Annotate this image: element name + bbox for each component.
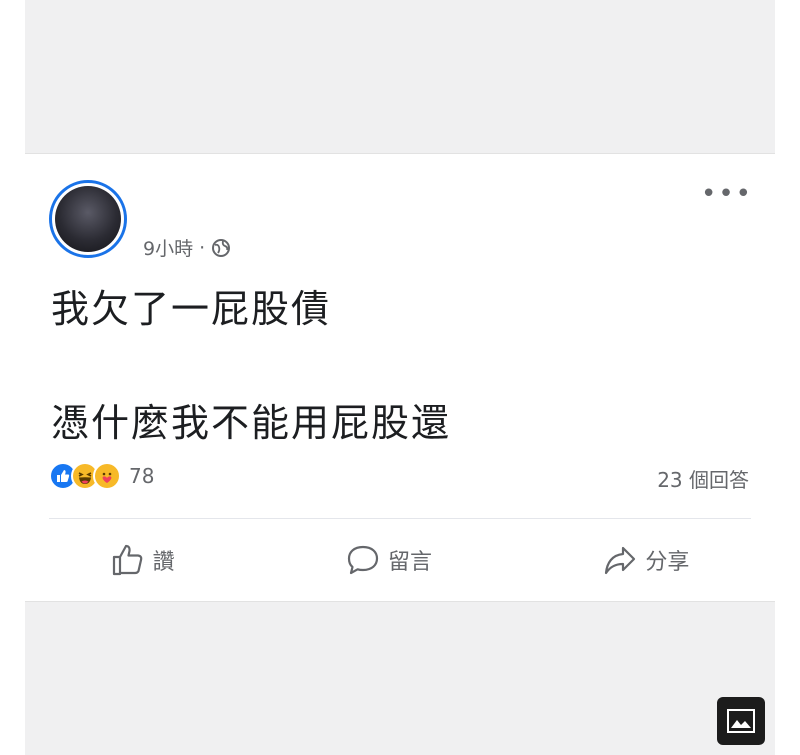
speech-bubble-icon	[346, 543, 380, 577]
share-button[interactable]: 分享	[587, 535, 705, 585]
post-time[interactable]: 9小時	[143, 234, 193, 261]
meta-separator: ·	[199, 236, 206, 259]
like-button[interactable]: 讚	[95, 535, 191, 585]
action-bar: 讚 留言 分享	[25, 519, 775, 601]
comment-count[interactable]: 23 個回答	[657, 464, 749, 493]
globe-icon[interactable]	[211, 238, 231, 258]
comment-button[interactable]: 留言	[330, 535, 448, 585]
post-body-line-2: 憑什麼我不能用屁股還	[51, 401, 452, 445]
screenshot-frame: ••• 9小時 · 我欠了一屁股債 憑什麼我不能用屁股還 78 23 個回答 讚…	[25, 0, 775, 755]
post-body-line-1: 我欠了一屁股債	[51, 287, 332, 331]
like-label: 讚	[152, 550, 175, 575]
image-icon[interactable]	[717, 697, 765, 745]
share-arrow-icon	[603, 543, 637, 577]
care-reaction-icon	[93, 462, 121, 490]
post-card: ••• 9小時 · 我欠了一屁股債 憑什麼我不能用屁股還 78 23 個回答 讚…	[25, 153, 775, 602]
avatar-image	[55, 186, 121, 252]
post-meta: 9小時 ·	[143, 234, 231, 261]
comment-label: 留言	[387, 550, 432, 575]
thumbs-up-icon	[111, 543, 145, 577]
avatar[interactable]	[49, 180, 127, 258]
reaction-summary[interactable]: 78	[49, 462, 154, 490]
share-label: 分享	[645, 550, 690, 575]
reaction-count: 78	[129, 464, 155, 488]
more-dots-icon[interactable]: •••	[701, 181, 753, 207]
